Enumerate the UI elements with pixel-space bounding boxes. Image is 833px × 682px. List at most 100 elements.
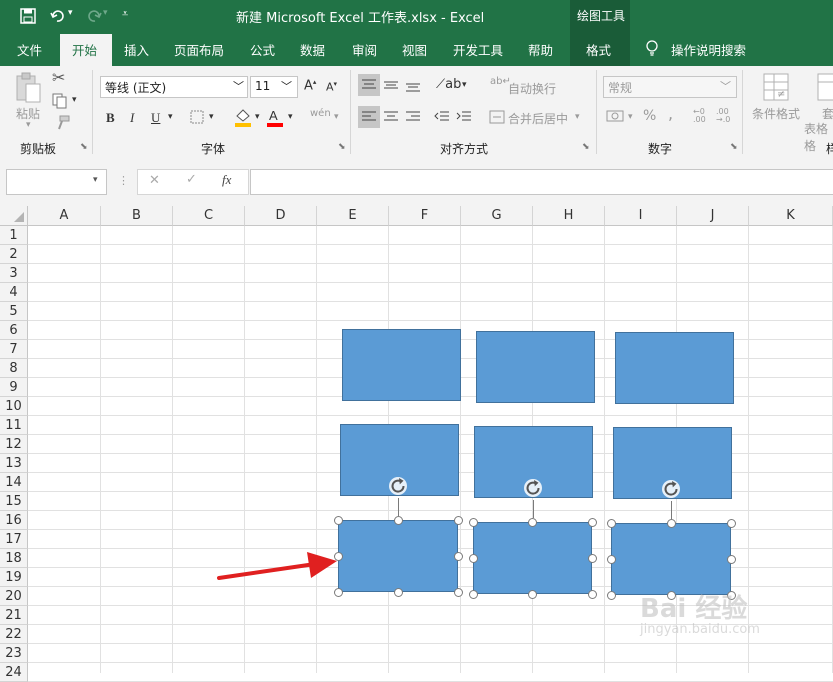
rectangle-shape[interactable] [476,331,595,403]
copy-icon[interactable] [52,93,68,109]
increase-font-icon[interactable]: A▴ [304,78,316,93]
resize-handle[interactable] [468,517,478,527]
selected-rectangle-shape[interactable] [611,523,731,595]
underline-button[interactable]: U [151,110,160,126]
column-header[interactable]: F [389,206,461,226]
row-header[interactable]: 2 [0,245,28,264]
paste-dropdown-icon[interactable]: ▾ [26,120,31,130]
resize-handle[interactable] [606,590,616,600]
row-header[interactable]: 17 [0,530,28,549]
font-color-dropdown-icon[interactable]: ▾ [288,112,293,122]
orientation-dropdown-icon[interactable]: ▾ [462,80,467,90]
increase-indent-icon[interactable] [456,110,472,124]
clipboard-launcher-icon[interactable]: ⬊ [80,142,88,152]
redo-dropdown-icon[interactable]: ▾ [103,8,108,18]
conditional-format-button[interactable]: 条件格式 [752,105,800,122]
increase-decimal-icon[interactable]: ←0.00 [693,108,706,124]
format-as-table-icon[interactable] [816,72,833,102]
tell-me-search[interactable]: 操作说明搜索 [671,40,746,59]
column-header[interactable]: C [173,206,245,226]
row-header[interactable]: 21 [0,606,28,625]
cancel-button[interactable]: ✕ [149,173,160,188]
row-header[interactable]: 8 [0,359,28,378]
resize-handle[interactable] [333,515,343,525]
alignment-launcher-icon[interactable]: ⬊ [582,142,590,152]
resize-handle[interactable] [528,589,537,599]
selected-rectangle-shape[interactable] [338,520,458,592]
row-header[interactable]: 1 [0,226,28,245]
resize-handle[interactable] [453,551,463,561]
tab-format[interactable]: 格式 [586,40,611,59]
resize-handle[interactable] [587,553,597,563]
italic-button[interactable]: I [130,110,134,126]
rotate-handle-icon[interactable] [388,476,408,496]
row-header[interactable]: 14 [0,473,28,492]
paste-icon[interactable] [14,72,42,104]
font-name-select[interactable]: 等线 (正文) ﹀ [100,76,248,98]
row-header[interactable]: 16 [0,511,28,530]
tab-home[interactable]: 开始 [72,40,97,59]
resize-handle[interactable] [468,589,478,599]
comma-button[interactable]: , [668,104,673,123]
merge-center-icon[interactable] [489,109,505,125]
decrease-font-icon[interactable]: A▾ [326,80,337,94]
enter-button[interactable]: ✓ [186,172,197,187]
phonetic-dropdown-icon[interactable]: ▾ [334,112,339,122]
copy-dropdown-icon[interactable]: ▾ [72,95,77,105]
column-header[interactable]: H [533,206,605,226]
resize-handle[interactable] [393,515,403,525]
orientation-icon[interactable]: ⟋ab [436,77,461,92]
column-header[interactable]: K [749,206,833,226]
fill-color-dropdown-icon[interactable]: ▾ [255,112,260,122]
font-color-icon[interactable]: A [266,107,284,127]
align-bottom-icon[interactable] [405,78,421,92]
name-box-dropdown-icon[interactable]: ▾ [93,175,98,185]
row-header[interactable]: 9 [0,378,28,397]
resize-handle[interactable] [393,587,403,597]
resize-handle[interactable] [468,553,478,563]
name-box[interactable]: ▾ [6,169,107,195]
column-header[interactable]: A [28,206,101,226]
number-format-select[interactable]: 常规 ﹀ [603,76,737,98]
tab-help[interactable]: 帮助 [528,40,553,59]
tab-developer[interactable]: 开发工具 [453,40,503,59]
tab-insert[interactable]: 插入 [124,40,149,59]
decrease-decimal-icon[interactable]: .00 →.0 [716,108,730,124]
resize-handle[interactable] [587,517,597,527]
accounting-format-icon[interactable] [606,108,624,124]
column-header[interactable]: D [245,206,317,226]
resize-handle[interactable] [453,515,463,525]
cut-icon[interactable]: ✂ [52,68,65,87]
chevron-down-icon[interactable]: ﹀ [281,78,292,94]
resize-handle[interactable] [726,554,736,564]
align-right-icon[interactable] [405,110,421,124]
merge-dropdown-icon[interactable]: ▾ [575,112,580,122]
align-top-icon[interactable] [361,78,377,92]
rectangle-shape[interactable] [342,329,461,401]
bold-button[interactable]: B [106,110,115,126]
row-header[interactable]: 5 [0,302,28,321]
resize-handle[interactable] [666,518,676,528]
align-center-icon[interactable] [383,110,399,124]
row-header[interactable]: 20 [0,587,28,606]
select-all-corner[interactable] [0,206,28,226]
percent-button[interactable]: % [643,108,656,124]
redo-icon[interactable] [86,8,102,24]
tab-formulas[interactable]: 公式 [250,40,275,59]
row-header[interactable]: 19 [0,568,28,587]
format-painter-icon[interactable] [54,115,70,131]
row-header[interactable]: 22 [0,625,28,644]
resize-handle[interactable] [606,518,616,528]
selected-rectangle-shape[interactable] [473,522,592,594]
customize-qat-icon[interactable]: ⩡ [122,7,128,21]
rotate-handle-icon[interactable] [661,479,681,499]
row-header[interactable]: 11 [0,416,28,435]
resize-handle[interactable] [726,518,736,528]
rectangle-shape[interactable] [615,332,734,404]
align-left-icon[interactable] [361,110,377,124]
column-header[interactable]: I [605,206,677,226]
row-header[interactable]: 15 [0,492,28,511]
formula-input[interactable] [250,169,833,195]
decrease-indent-icon[interactable] [434,110,450,124]
chevron-down-icon[interactable]: ﹀ [720,78,731,94]
